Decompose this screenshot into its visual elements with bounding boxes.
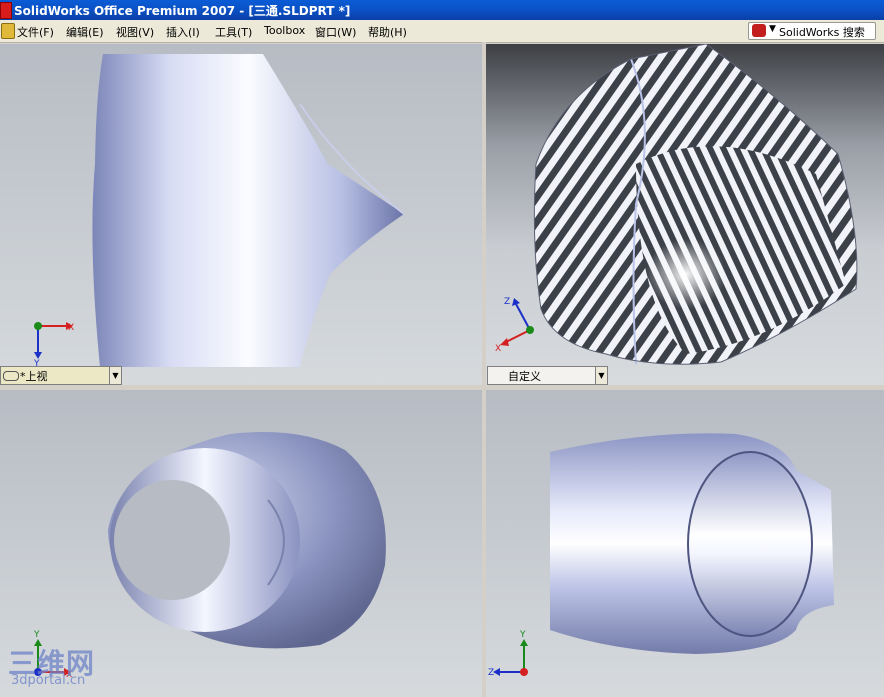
coordinate-triad [493, 639, 528, 676]
solidworks-search-icon [752, 24, 766, 37]
menu-bar: 文件(F) 编辑(E) 视图(V) 插入(I) 工具(T) Toolbox 窗口… [0, 20, 884, 43]
glasses-icon [3, 371, 19, 381]
triad-z-label: Z [504, 297, 510, 307]
dropdown-arrow-icon[interactable]: ▼ [595, 367, 607, 384]
menu-view[interactable]: 视图(V) [116, 24, 154, 40]
viewport-top-right[interactable]: Z X 自定义 ▼ [486, 44, 884, 385]
menu-file[interactable]: 文件(F) [17, 24, 54, 40]
viewport-bottom-left[interactable]: Y X 三维网 3dportal.cn [0, 390, 482, 697]
triad-y-label: Y [519, 630, 526, 640]
solidworks-app-icon[interactable] [0, 2, 12, 19]
title-bar: SolidWorks Office Premium 2007 - [三通.SLD… [0, 0, 884, 20]
window-title: SolidWorks Office Premium 2007 - [三通.SLD… [14, 4, 351, 18]
triad-x-label: X [68, 323, 74, 333]
dropdown-arrow-icon[interactable]: ▼ [109, 367, 121, 384]
tee-pipe-hole [114, 480, 230, 600]
model-side-view: Y Z [488, 433, 834, 678]
view-name: *上视 [20, 370, 48, 383]
search-dropdown-arrow-icon[interactable]: ▼ [769, 24, 776, 34]
viewport-bottom-right[interactable]: Y Z [486, 390, 884, 697]
watermark-url: 3dportal.cn [11, 673, 86, 688]
menu-edit[interactable]: 编辑(E) [66, 24, 104, 40]
document-icon[interactable] [1, 23, 15, 39]
view-orientation-combo[interactable]: 自定义 ▼ [487, 366, 608, 385]
solidworks-search-box[interactable]: ▼ SolidWorks 搜索 [748, 22, 876, 40]
model-top-view: X Y [33, 54, 405, 369]
menu-toolbox[interactable]: Toolbox [264, 24, 305, 37]
tee-pipe-body [92, 54, 404, 367]
view-name: 自定义 [508, 370, 541, 383]
viewport-top-left[interactable]: X Y *上视 ▼ [0, 44, 482, 385]
triad-x-label: X [495, 344, 501, 354]
model-zebra-view: Z X [495, 44, 858, 365]
zebra-surface [534, 44, 857, 365]
menu-tools[interactable]: 工具(T) [215, 24, 252, 40]
view-orientation-combo[interactable]: *上视 ▼ [0, 366, 122, 385]
tee-pipe-opening [687, 451, 813, 637]
triad-y-label: Y [33, 630, 40, 640]
menu-insert[interactable]: 插入(I) [166, 24, 200, 40]
search-label: SolidWorks 搜索 [779, 26, 865, 39]
triad-z-label: Z [488, 668, 494, 678]
menu-help[interactable]: 帮助(H) [368, 24, 407, 40]
menu-window[interactable]: 窗口(W) [315, 24, 356, 40]
